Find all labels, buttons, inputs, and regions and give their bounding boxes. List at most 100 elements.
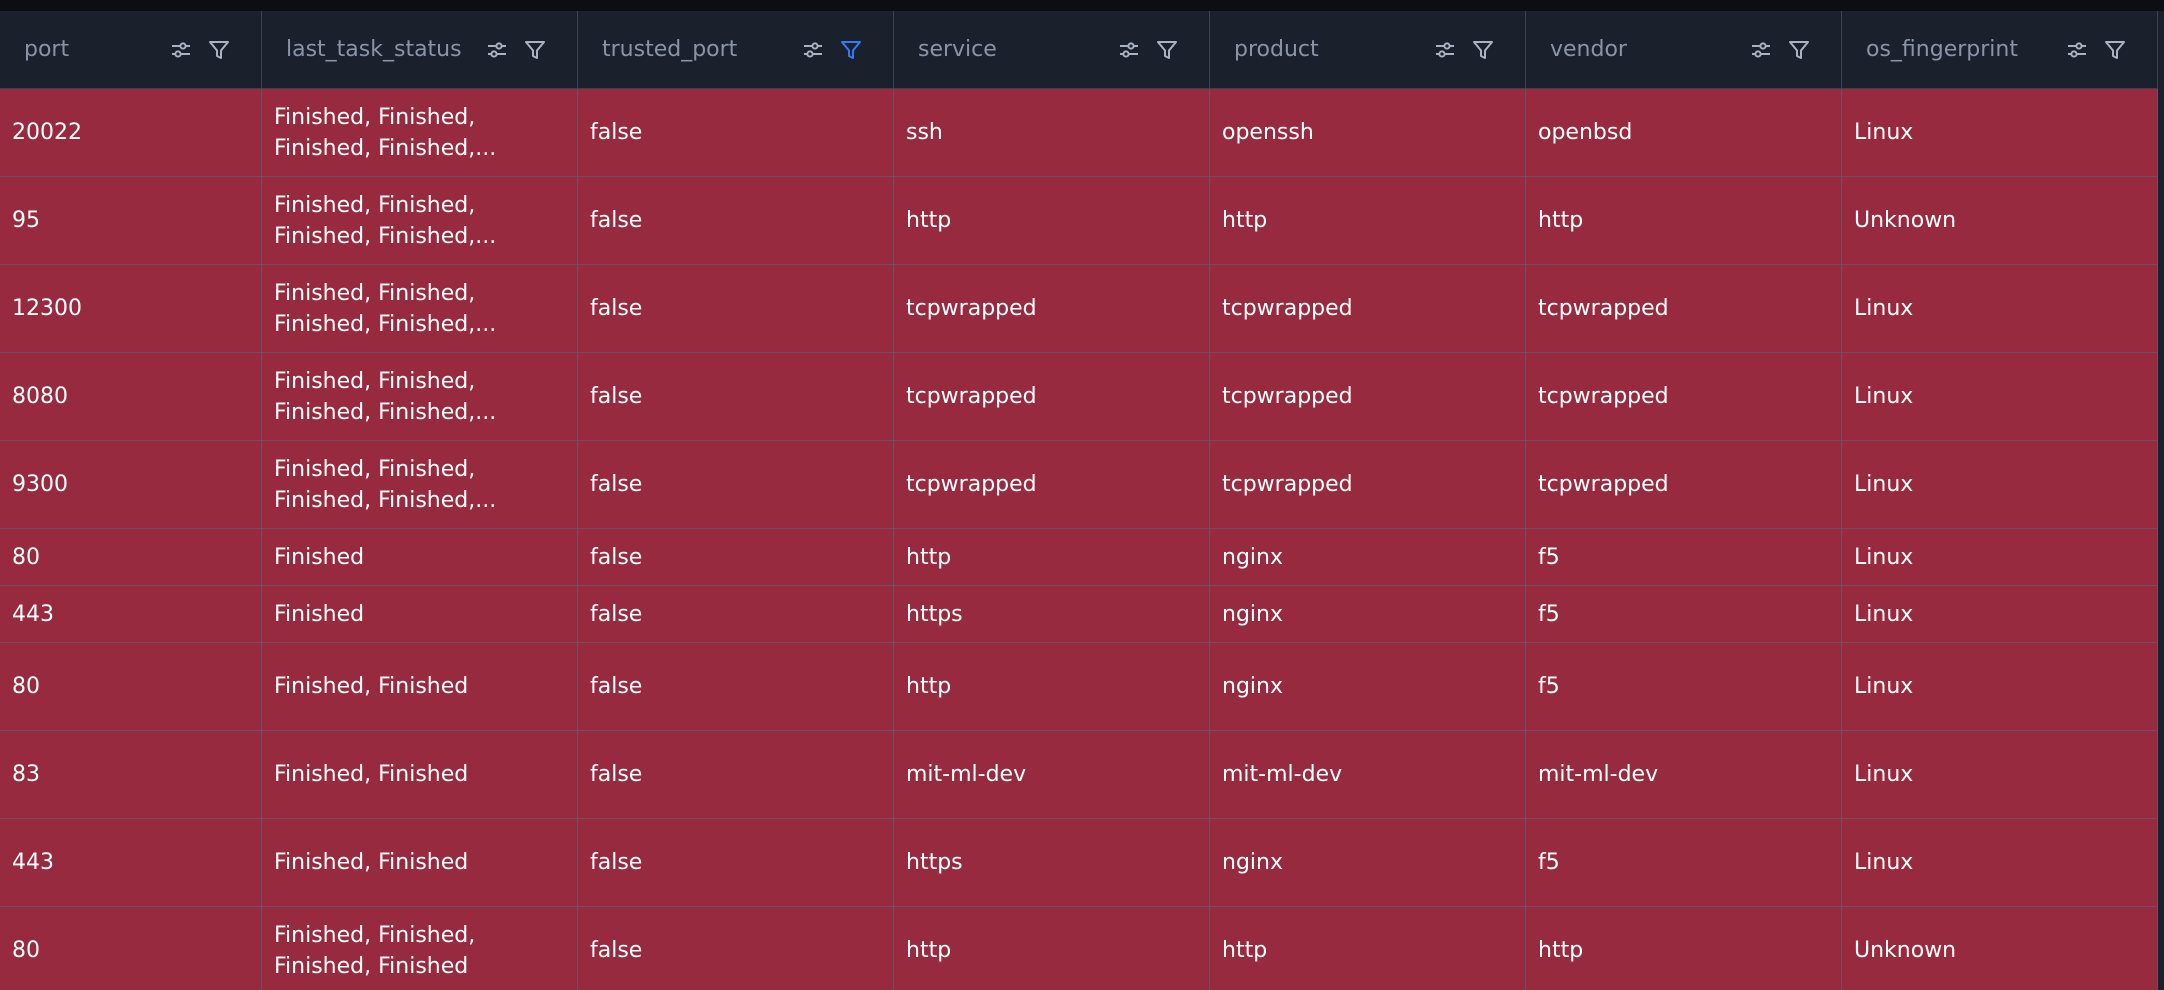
column-header-actions bbox=[1117, 11, 1179, 88]
cell-text: false bbox=[590, 850, 643, 875]
sliders-icon[interactable] bbox=[1433, 38, 1457, 62]
cell-trusted-port: false bbox=[578, 586, 894, 642]
cell-product: http bbox=[1210, 177, 1526, 264]
cell-product: nginx bbox=[1210, 819, 1526, 906]
column-header-vendor[interactable]: vendor bbox=[1526, 11, 1842, 88]
table-row[interactable]: 443 Finished, Finished false https nginx f5 Li… bbox=[0, 819, 2164, 907]
sliders-icon[interactable] bbox=[1117, 38, 1141, 62]
cell-os-fingerprint: Linux bbox=[1842, 819, 2158, 906]
column-header-label: service bbox=[918, 37, 997, 62]
filter-icon[interactable] bbox=[207, 38, 231, 62]
column-header-label: os_fingerprint bbox=[1866, 37, 2018, 62]
cell-text: http bbox=[906, 544, 952, 570]
cell-text: 83 bbox=[12, 762, 40, 787]
table-row[interactable]: 12300 Finished, Finished, Finished, Finis… bbox=[0, 265, 2164, 353]
table-row[interactable]: 80 Finished false http nginx f5 Linux bbox=[0, 529, 2164, 586]
cell-port: 9300 bbox=[0, 441, 262, 528]
column-header-product[interactable]: product bbox=[1210, 11, 1526, 88]
filter-icon[interactable] bbox=[1787, 38, 1811, 62]
sliders-icon[interactable] bbox=[169, 38, 193, 62]
cell-text: 9300 bbox=[12, 472, 68, 497]
cell-text: false bbox=[590, 762, 643, 787]
cell-text: f5 bbox=[1538, 601, 1560, 627]
cell-text: http bbox=[906, 938, 952, 963]
cell-text: http bbox=[1538, 938, 1584, 963]
column-header-port[interactable]: port bbox=[0, 11, 262, 88]
cell-trusted-port: false bbox=[578, 177, 894, 264]
cell-text: mit-ml-dev bbox=[906, 762, 1027, 787]
cell-last-task-status: Finished, Finished, Finished, Finished,.… bbox=[262, 265, 578, 352]
cell-service: http bbox=[894, 643, 1210, 730]
cell-text: mit-ml-dev bbox=[1538, 762, 1659, 787]
table-row[interactable]: 80 Finished, Finished false http nginx f5 Linu… bbox=[0, 643, 2164, 731]
column-header-last-task-status[interactable]: last_task_status bbox=[262, 11, 578, 88]
cell-text: 80 bbox=[12, 938, 40, 963]
cell-text: tcpwrapped bbox=[906, 472, 1037, 497]
cell-os-fingerprint: Linux bbox=[1842, 586, 2158, 642]
table-row[interactable]: 8080 Finished, Finished, Finished, Finish… bbox=[0, 353, 2164, 441]
cell-text: false bbox=[590, 601, 643, 627]
table-row[interactable]: 9300 Finished, Finished, Finished, Finish… bbox=[0, 441, 2164, 529]
cell-os-fingerprint: Linux bbox=[1842, 265, 2158, 352]
cell-text: Finished, Finished, Finished, Finished,.… bbox=[274, 456, 497, 513]
filter-icon[interactable] bbox=[523, 38, 547, 62]
cell-service: mit-ml-dev bbox=[894, 731, 1210, 818]
cell-text: Linux bbox=[1854, 601, 1914, 627]
cell-text: nginx bbox=[1222, 674, 1283, 699]
cell-text: nginx bbox=[1222, 850, 1283, 875]
column-header-service[interactable]: service bbox=[894, 11, 1210, 88]
cell-os-fingerprint: Linux bbox=[1842, 643, 2158, 730]
filter-icon[interactable] bbox=[2103, 38, 2127, 62]
cell-trusted-port: false bbox=[578, 907, 894, 990]
cell-text: Finished, Finished bbox=[274, 674, 469, 699]
cell-service: ssh bbox=[894, 89, 1210, 176]
cell-last-task-status: Finished bbox=[262, 529, 578, 585]
cell-trusted-port: false bbox=[578, 643, 894, 730]
filter-icon[interactable] bbox=[839, 38, 863, 62]
cell-text: Finished, Finished, Finished, Finished,.… bbox=[274, 368, 497, 425]
sliders-icon[interactable] bbox=[1749, 38, 1773, 62]
sliders-icon[interactable] bbox=[2065, 38, 2089, 62]
filter-icon[interactable] bbox=[1155, 38, 1179, 62]
column-header-label: port bbox=[24, 37, 70, 62]
cell-os-fingerprint: Linux bbox=[1842, 529, 2158, 585]
cell-service: https bbox=[894, 819, 1210, 906]
cell-text: ssh bbox=[906, 120, 943, 145]
table-row[interactable]: 83 Finished, Finished false mit-ml-dev mit-m… bbox=[0, 731, 2164, 819]
table-header: port last_task_status trusted_port service p… bbox=[0, 11, 2164, 89]
column-header-trusted-port[interactable]: trusted_port bbox=[578, 11, 894, 88]
cell-trusted-port: false bbox=[578, 529, 894, 585]
filter-icon[interactable] bbox=[1471, 38, 1495, 62]
cell-text: Finished, Finished, Finished, Finished,.… bbox=[274, 104, 497, 161]
cell-product: mit-ml-dev bbox=[1210, 731, 1526, 818]
cell-text: http bbox=[906, 208, 952, 233]
cell-vendor: http bbox=[1526, 177, 1842, 264]
table-row[interactable]: 95 Finished, Finished, Finished, Finished… bbox=[0, 177, 2164, 265]
cell-text: Linux bbox=[1854, 472, 1914, 497]
table-row[interactable]: 80 Finished, Finished, Finished, Finished… bbox=[0, 907, 2164, 990]
table-row[interactable]: 20022 Finished, Finished, Finished, Finis… bbox=[0, 89, 2164, 177]
cell-text: Unknown bbox=[1854, 938, 1957, 963]
cell-product: nginx bbox=[1210, 529, 1526, 585]
cell-text: http bbox=[906, 674, 952, 699]
cell-os-fingerprint: Unknown bbox=[1842, 907, 2158, 990]
sliders-icon[interactable] bbox=[801, 38, 825, 62]
cell-text: f5 bbox=[1538, 674, 1560, 699]
column-header-os-fingerprint[interactable]: os_fingerprint bbox=[1842, 11, 2158, 88]
cell-vendor: tcpwrapped bbox=[1526, 441, 1842, 528]
cell-text: Linux bbox=[1854, 384, 1914, 409]
cell-service: https bbox=[894, 586, 1210, 642]
sliders-icon[interactable] bbox=[485, 38, 509, 62]
cell-text: Linux bbox=[1854, 762, 1914, 787]
cell-text: nginx bbox=[1222, 601, 1283, 627]
cell-text: openbsd bbox=[1538, 120, 1633, 145]
cell-text: f5 bbox=[1538, 544, 1560, 570]
cell-vendor: f5 bbox=[1526, 529, 1842, 585]
cell-text: http bbox=[1222, 938, 1268, 963]
cell-text: Linux bbox=[1854, 544, 1914, 570]
table-row[interactable]: 443 Finished false https nginx f5 Linux bbox=[0, 586, 2164, 643]
cell-product: nginx bbox=[1210, 586, 1526, 642]
cell-text: tcpwrapped bbox=[1538, 384, 1669, 409]
cell-text: openssh bbox=[1222, 120, 1314, 145]
cell-port: 80 bbox=[0, 907, 262, 990]
